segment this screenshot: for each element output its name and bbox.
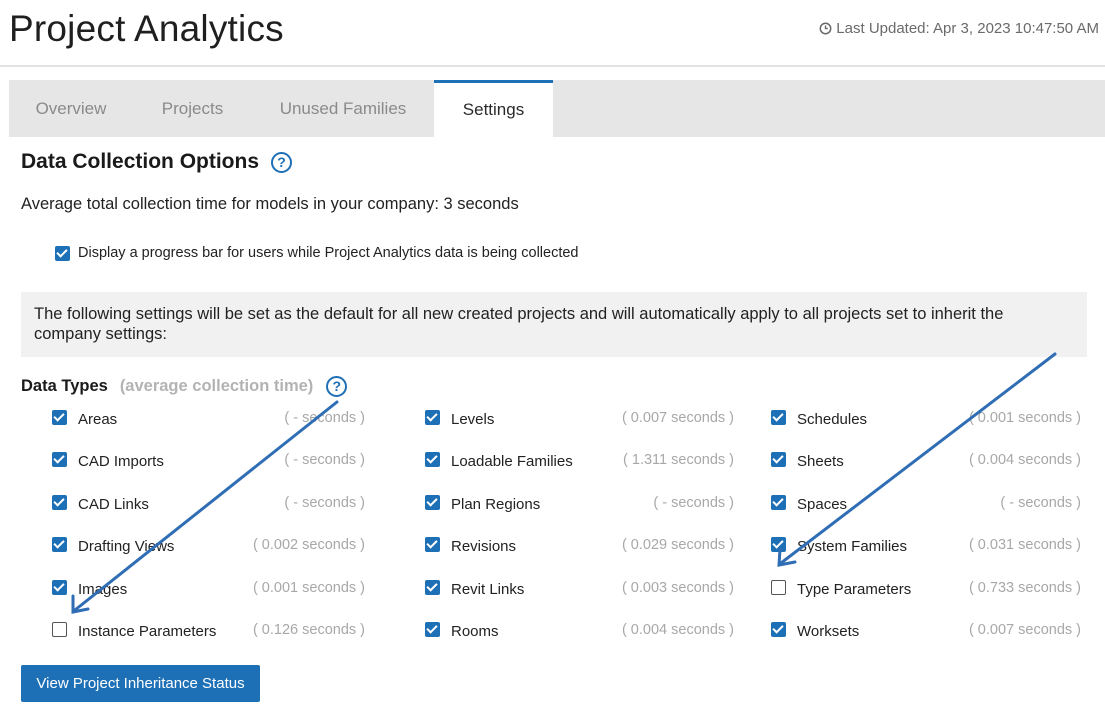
data-type-label: Levels — [451, 411, 495, 428]
view-inheritance-status-button[interactable]: View Project Inheritance Status — [21, 665, 260, 702]
checkbox-revisions[interactable] — [425, 537, 440, 552]
data-type-time: ( 0.003 seconds ) — [621, 580, 734, 596]
data-type-time: ( - seconds ) — [284, 495, 365, 511]
data-type-label: Instance Parameters — [78, 623, 217, 640]
data-type-time: ( - seconds ) — [1000, 495, 1081, 511]
app-header: Project Analytics Last Updated: Apr 3, 2… — [0, 0, 1105, 67]
section-title: Data Collection Options ? — [21, 150, 293, 174]
avg-collection-time: Average total collection time for models… — [21, 195, 519, 213]
data-type-label: Rooms — [451, 623, 499, 640]
clock-icon — [819, 22, 832, 35]
checkbox-worksets[interactable] — [771, 622, 786, 637]
data-type-label: Areas — [78, 411, 118, 428]
data-type-time: ( 0.126 seconds ) — [252, 622, 365, 638]
data-types-header: Data Types (average collection time) ? — [21, 376, 348, 397]
data-type-label: Loadable Families — [451, 453, 573, 470]
checkbox-areas[interactable] — [52, 410, 67, 425]
data-type-label: Spaces — [797, 496, 848, 513]
data-type-time: ( - seconds ) — [653, 495, 734, 511]
info-text: The following settings will be set as th… — [34, 305, 1004, 343]
data-types-title: Data Types — [21, 377, 108, 395]
tab-projects[interactable]: Projects — [133, 80, 252, 137]
data-type-time: ( 0.029 seconds ) — [621, 537, 734, 553]
checkbox-schedules[interactable] — [771, 410, 786, 425]
checkbox-levels[interactable] — [425, 410, 440, 425]
checkbox-drafting-views[interactable] — [52, 537, 67, 552]
info-box: The following settings will be set as th… — [21, 292, 1087, 357]
data-type-time: ( 1.311 seconds ) — [623, 452, 734, 468]
checkbox-rooms[interactable] — [425, 622, 440, 637]
data-types-help-icon[interactable]: ? — [326, 376, 348, 397]
data-type-label: System Families — [797, 538, 908, 555]
checkbox-cad-imports[interactable] — [52, 452, 67, 467]
data-types-subtitle: (average collection time) — [119, 377, 314, 395]
tab-bar: Overview Projects Unused Families Settin… — [9, 80, 1105, 137]
data-type-time: ( - seconds ) — [284, 410, 365, 426]
checkbox-cad-links[interactable] — [52, 495, 67, 510]
progress-bar-label: Display a progress bar for users while P… — [78, 245, 579, 261]
checkbox-spaces[interactable] — [771, 495, 786, 510]
help-icon[interactable]: ? — [271, 151, 293, 173]
data-type-time: ( 0.001 seconds ) — [968, 410, 1081, 426]
data-type-label: Images — [78, 581, 128, 598]
checkbox-sheets[interactable] — [771, 452, 786, 467]
data-type-time: ( 0.004 seconds ) — [968, 452, 1081, 468]
data-type-time: ( - seconds ) — [284, 452, 365, 468]
data-type-label: CAD Imports — [78, 453, 164, 470]
data-type-time: ( 0.733 seconds ) — [968, 580, 1081, 596]
data-type-label: CAD Links — [78, 496, 149, 513]
checkbox-system-families[interactable] — [771, 537, 786, 552]
data-type-label: Worksets — [797, 623, 860, 640]
last-updated-text: Last Updated: Apr 3, 2023 10:47:50 AM — [836, 20, 1099, 37]
data-type-label: Revisions — [451, 538, 517, 555]
data-type-time: ( 0.004 seconds ) — [621, 622, 734, 638]
data-type-time: ( 0.007 seconds ) — [968, 622, 1081, 638]
data-type-time: ( 0.002 seconds ) — [252, 537, 365, 553]
data-type-label: Plan Regions — [451, 496, 541, 513]
app-title: Project Analytics — [9, 8, 284, 49]
tab-overview[interactable]: Overview — [9, 80, 133, 137]
checkbox-plan-regions[interactable] — [425, 495, 440, 510]
data-type-label: Revit Links — [451, 581, 525, 598]
checkbox-loadable-families[interactable] — [425, 452, 440, 467]
tab-unused-families[interactable]: Unused Families — [252, 80, 434, 137]
data-type-time: ( 0.031 seconds ) — [968, 537, 1081, 553]
data-type-time: ( 0.001 seconds ) — [252, 580, 365, 596]
last-updated: Last Updated: Apr 3, 2023 10:47:50 AM — [819, 20, 1099, 37]
data-type-time: ( 0.007 seconds ) — [621, 410, 734, 426]
data-type-label: Schedules — [797, 411, 868, 428]
checkbox-instance-parameters[interactable] — [52, 622, 67, 637]
tab-settings[interactable]: Settings — [434, 80, 553, 137]
data-type-label: Drafting Views — [78, 538, 175, 555]
progress-bar-checkbox[interactable] — [55, 246, 70, 261]
data-type-label: Type Parameters — [797, 581, 912, 598]
checkbox-type-parameters[interactable] — [771, 580, 786, 595]
checkbox-revit-links[interactable] — [425, 580, 440, 595]
checkbox-images[interactable] — [52, 580, 67, 595]
data-type-label: Sheets — [797, 453, 844, 470]
section-title-text: Data Collection Options — [21, 150, 260, 173]
